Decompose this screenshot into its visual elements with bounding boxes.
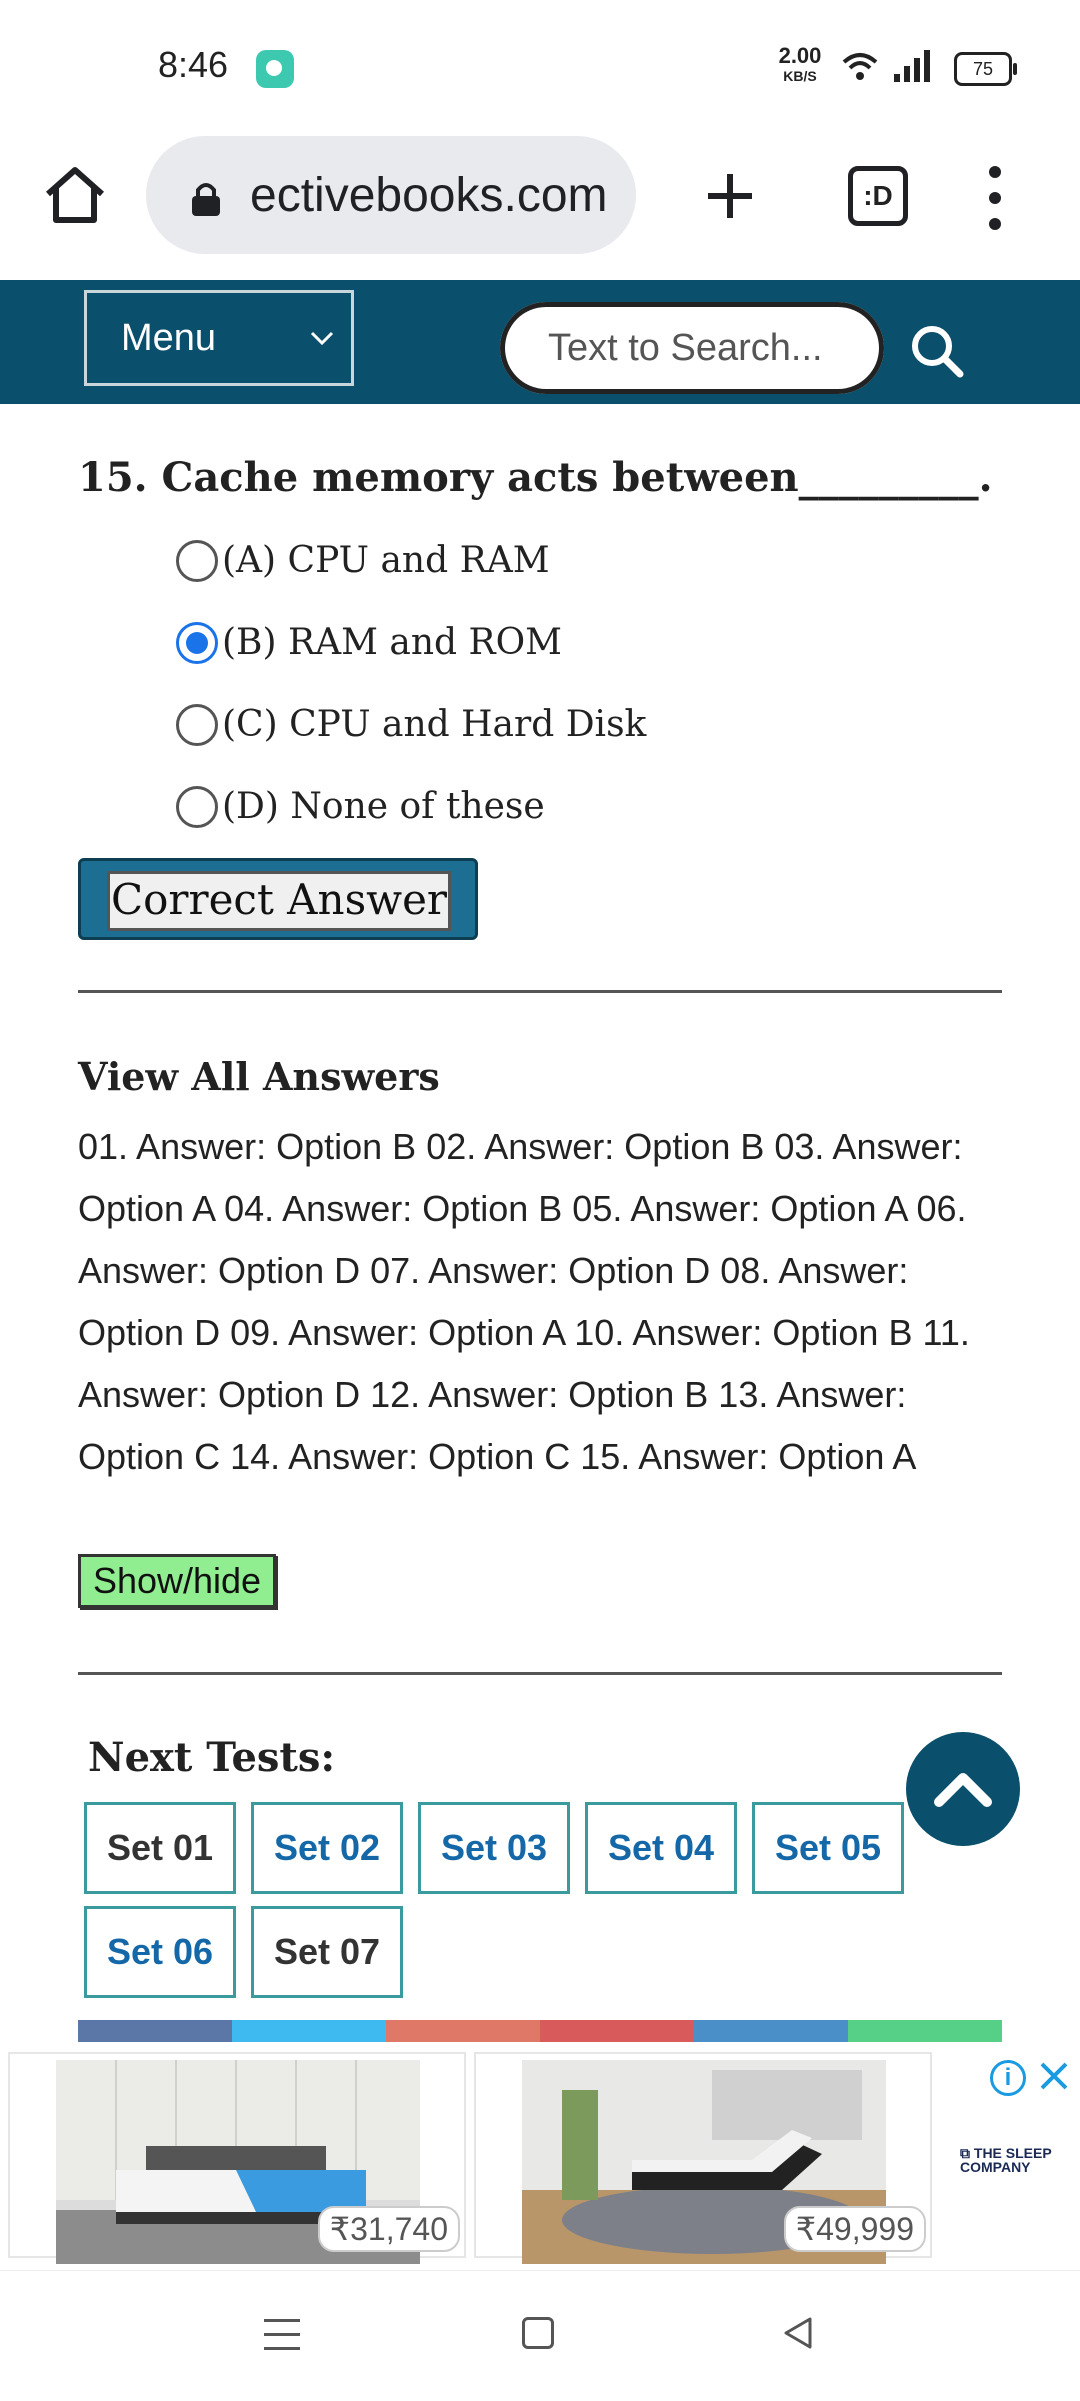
- url-text: ectivebooks.com: [250, 169, 608, 222]
- ad-price: ₹31,740: [317, 2206, 460, 2252]
- back-icon[interactable]: [780, 2315, 816, 2351]
- next-tests-title: Next Tests:: [88, 1734, 336, 1781]
- home-icon[interactable]: [40, 160, 110, 230]
- share-button-4[interactable]: [540, 2020, 694, 2042]
- status-bar: 8:46 2.00 KB/S 75: [0, 0, 1080, 130]
- browser-toolbar: ectivebooks.com :D: [0, 130, 1080, 280]
- battery-icon: 75: [954, 52, 1017, 86]
- divider: [78, 990, 1002, 993]
- correct-answer-button[interactable]: Correct Answer: [107, 871, 451, 931]
- clock: 8:46: [158, 44, 229, 85]
- ad-banner[interactable]: ₹31,740 ₹49,999 i ⧉ THE SLEEP COMPANY: [0, 2046, 1080, 2270]
- more-options-icon[interactable]: [980, 166, 1010, 230]
- advertiser-logo: ⧉ THE SLEEP COMPANY: [960, 2145, 1052, 2175]
- recent-apps-icon[interactable]: [264, 2319, 300, 2361]
- chevron-down-icon: [310, 331, 334, 346]
- radio-button[interactable]: [176, 540, 218, 582]
- close-icon[interactable]: [1036, 2058, 1072, 2094]
- ad-product-card[interactable]: ₹49,999: [474, 2052, 932, 2264]
- ad-price: ₹49,999: [783, 2206, 926, 2252]
- site-header: Menu Text to Search...: [0, 280, 1080, 404]
- network-speed-value: 2.00: [778, 43, 822, 68]
- option-label: (A) CPU and RAM: [222, 540, 550, 581]
- radio-button[interactable]: [176, 704, 218, 746]
- ad-info-icon[interactable]: i: [990, 2060, 1026, 2096]
- share-button-6[interactable]: [848, 2020, 1002, 2042]
- network-speed: 2.00 KB/S: [772, 43, 828, 86]
- tab-switcher-button[interactable]: :D: [848, 166, 908, 226]
- menu-label: Menu: [121, 317, 217, 359]
- divider: [78, 1672, 1002, 1675]
- wifi-signal-icon: [842, 50, 930, 82]
- share-button-2[interactable]: [232, 2020, 386, 2042]
- option-label: (C) CPU and Hard Disk: [222, 704, 647, 745]
- set-07-button[interactable]: Set 07: [251, 1906, 403, 1998]
- question-text: 15. Cache memory acts between_________.: [78, 454, 993, 501]
- show-hide-button[interactable]: Show/hide: [78, 1554, 276, 1608]
- set-05-button[interactable]: Set 05: [752, 1802, 904, 1894]
- lock-icon: [192, 183, 220, 216]
- radio-button-selected[interactable]: [176, 622, 218, 664]
- new-tab-icon[interactable]: [700, 166, 760, 226]
- share-bar: [78, 2020, 1002, 2042]
- share-button-3[interactable]: [386, 2020, 540, 2042]
- answers-list: 01. Answer: Option B 02. Answer: Option …: [78, 1126, 970, 1477]
- radio-button[interactable]: [176, 786, 218, 828]
- address-bar[interactable]: ectivebooks.com: [146, 136, 636, 254]
- search-icon[interactable]: [908, 322, 968, 382]
- search-input[interactable]: Text to Search...: [500, 302, 884, 394]
- share-button-1[interactable]: [78, 2020, 232, 2042]
- set-06-button[interactable]: Set 06: [84, 1906, 236, 1998]
- option-label: (B) RAM and ROM: [222, 622, 563, 663]
- set-03-button[interactable]: Set 03: [418, 1802, 570, 1894]
- share-button-5[interactable]: [694, 2020, 848, 2042]
- advertiser-name: THE SLEEP COMPANY: [960, 2145, 1052, 2175]
- set-04-button[interactable]: Set 04: [585, 1802, 737, 1894]
- correct-answer-container: Correct Answer: [78, 858, 478, 940]
- ad-product-card[interactable]: ₹31,740: [8, 2052, 466, 2264]
- view-all-answers-title: View All Answers: [78, 1054, 440, 1099]
- network-speed-unit: KB/S: [783, 68, 817, 84]
- set-01-button[interactable]: Set 01: [84, 1802, 236, 1894]
- home-button-icon[interactable]: [522, 2317, 554, 2349]
- option-label: (D) None of these: [222, 786, 545, 827]
- app-notification-icon: [256, 50, 294, 88]
- system-navigation-bar: [0, 2270, 1080, 2401]
- menu-dropdown[interactable]: Menu: [84, 290, 354, 386]
- scroll-to-top-button[interactable]: [906, 1732, 1020, 1846]
- set-02-button[interactable]: Set 02: [251, 1802, 403, 1894]
- chevron-up-icon: [934, 1773, 992, 1807]
